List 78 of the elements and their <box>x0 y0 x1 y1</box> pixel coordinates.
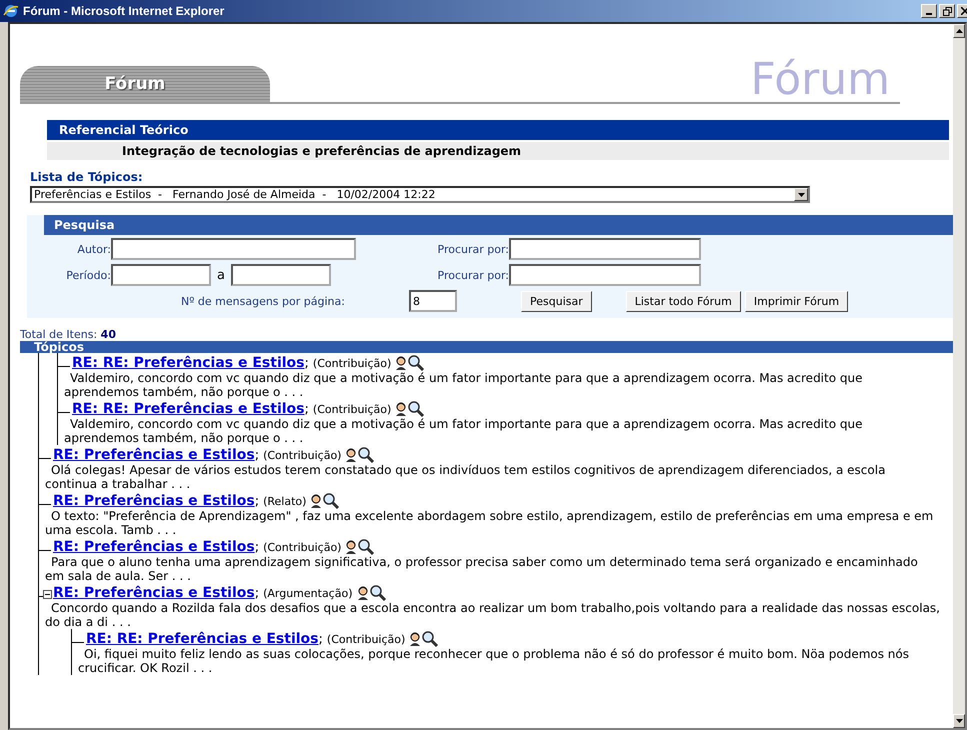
topic-excerpt: O texto: "Preferência de Aprendizagem" , faz uma excelente abordagem sobre estilo, aprendizagem, estilo de preferências em uma empresa e em uma escola. Tamb . . . <box>45 509 934 537</box>
separator-text: ; <box>318 632 323 646</box>
total-value: 40 <box>100 328 116 341</box>
topic-excerpt: Valdemiro, concordo com vc quando diz que a motivação é um fator importante para que a aprendizagem ocorra. Mas acredito que aprendemos também, não porque o . . . <box>64 371 864 399</box>
down-arrow-icon <box>956 719 962 723</box>
collapse-icon[interactable] <box>43 590 52 599</box>
topic-link[interactable]: RE: Preferências e Estilos <box>53 539 255 555</box>
topic-link[interactable]: RE: Preferências e Estilos <box>53 493 255 509</box>
search-icon[interactable] <box>322 493 340 509</box>
scroll-up-button[interactable] <box>953 24 965 38</box>
topic-dropdown[interactable]: Preferências e Estilos - Fernando José de Almeida - 10/02/2004 12:22 <box>30 186 810 203</box>
restore-icon <box>942 6 952 16</box>
search-icon[interactable] <box>368 585 386 601</box>
topic-link[interactable]: RE: RE: Preferências e Estilos <box>72 355 305 371</box>
person-icon[interactable] <box>395 402 408 416</box>
person-icon[interactable] <box>345 448 358 462</box>
section-subtitle: Integração de tecnologias e preferências de aprendizagem <box>47 142 949 160</box>
period-separator: a <box>217 268 225 282</box>
topic-link[interactable]: RE: RE: Preferências e Estilos <box>86 631 319 647</box>
print-button[interactable]: Imprimir Fórum <box>744 290 848 312</box>
search-icon[interactable] <box>407 401 426 417</box>
window-title: Fórum - Microsoft Internet Explorer <box>23 4 226 18</box>
scroll-down-button[interactable] <box>953 714 965 728</box>
per-page-field[interactable]: 8 <box>409 290 457 312</box>
period-end-field[interactable] <box>230 264 331 286</box>
topic-excerpt: Concordo quando a Rozilda fala dos desafios que a escola encontra ao realizar um bom trabalho,pois voltando para a realidade das nossas escolas, do dia a di . . . <box>45 601 940 629</box>
separator-text: ; <box>304 356 309 370</box>
minimize-button[interactable] <box>921 4 937 18</box>
topic-type: (Relato) <box>263 494 306 508</box>
topic-type: (Contribuição) <box>263 448 342 462</box>
topic-excerpt: Valdemiro, concordo com vc quando diz que a motivação é um fator importante para que a aprendizagem ocorra. Mas acredito que aprendemos também, não porque o . . . <box>64 417 864 445</box>
topic-link[interactable]: RE: RE: Preferências e Estilos <box>72 401 305 417</box>
person-icon[interactable] <box>409 632 422 646</box>
search-icon[interactable] <box>407 355 426 371</box>
separator-text: ; <box>254 448 260 462</box>
author-field[interactable] <box>111 238 356 260</box>
list-all-button[interactable]: Listar todo Fórum <box>626 290 741 312</box>
person-icon[interactable] <box>356 586 368 600</box>
dropdown-arrow-icon <box>798 192 804 196</box>
topic-type: (Contribuição) <box>326 632 406 646</box>
section-title: Referencial Teórico <box>47 120 949 140</box>
up-arrow-icon <box>956 29 962 33</box>
separator-text: ; <box>254 494 260 508</box>
search-field[interactable] <box>509 238 701 260</box>
search-icon[interactable] <box>357 447 376 463</box>
topic-excerpt: Oi, fiquei muito feliz lendo as suas colocações, porque reconhecer que o problema não é só do professor é muito bom. Nöa podemos nós crucificar. OK Rozil . . . <box>78 647 910 675</box>
person-icon[interactable] <box>395 356 408 370</box>
topic-type: (Argumentação) <box>263 586 352 600</box>
search-icon[interactable] <box>357 539 376 555</box>
topic-type: (Contribuição) <box>263 540 342 554</box>
restore-button[interactable] <box>939 4 955 18</box>
topic-excerpt: Para que o aluno tenha uma aprendizagem significativa, o professor precisa saber como um determinado tema será organizado e encaminhado em sala de aula. Ser . . . <box>45 555 919 583</box>
topics-header: Tópicos <box>20 341 953 353</box>
search-label: Procurar por: <box>436 268 509 282</box>
topic-link[interactable]: RE: Preferências e Estilos <box>53 447 255 463</box>
separator-text: ; <box>254 540 260 554</box>
close-icon <box>961 7 967 15</box>
search-field[interactable] <box>509 264 701 286</box>
period-label: Período: <box>65 268 111 282</box>
period-start-field[interactable] <box>111 264 211 286</box>
browser-icon <box>3 3 19 19</box>
separator-text: ; <box>254 586 260 600</box>
person-icon[interactable] <box>345 540 358 554</box>
person-icon[interactable] <box>310 494 322 508</box>
topic-excerpt: Olá colegas! Apesar de vários estudos terem constatado que os indivíduos tem estilos cognitivos de aprendizagem diferenciados, a escola continua a trabalhar . . . <box>45 463 886 491</box>
separator-text: ; <box>304 402 309 416</box>
topic-type: (Contribuição) <box>312 356 392 370</box>
forum-watermark: Fórum <box>750 58 890 102</box>
author-label: Autor: <box>76 242 111 256</box>
topic-link[interactable]: RE: Preferências e Estilos <box>53 585 255 601</box>
total-label: Total de Itens: <box>20 328 98 341</box>
topic-list-label: Lista de Tópicos: <box>30 170 144 184</box>
search-icon[interactable] <box>421 631 440 647</box>
search-title: Pesquisa <box>44 215 953 235</box>
search-button[interactable]: Pesquisar <box>521 290 592 312</box>
per-page-label: Nº de mensagens por página: <box>180 294 346 308</box>
search-label: Procurar por: <box>436 242 509 256</box>
topic-type: (Contribuição) <box>312 402 392 416</box>
